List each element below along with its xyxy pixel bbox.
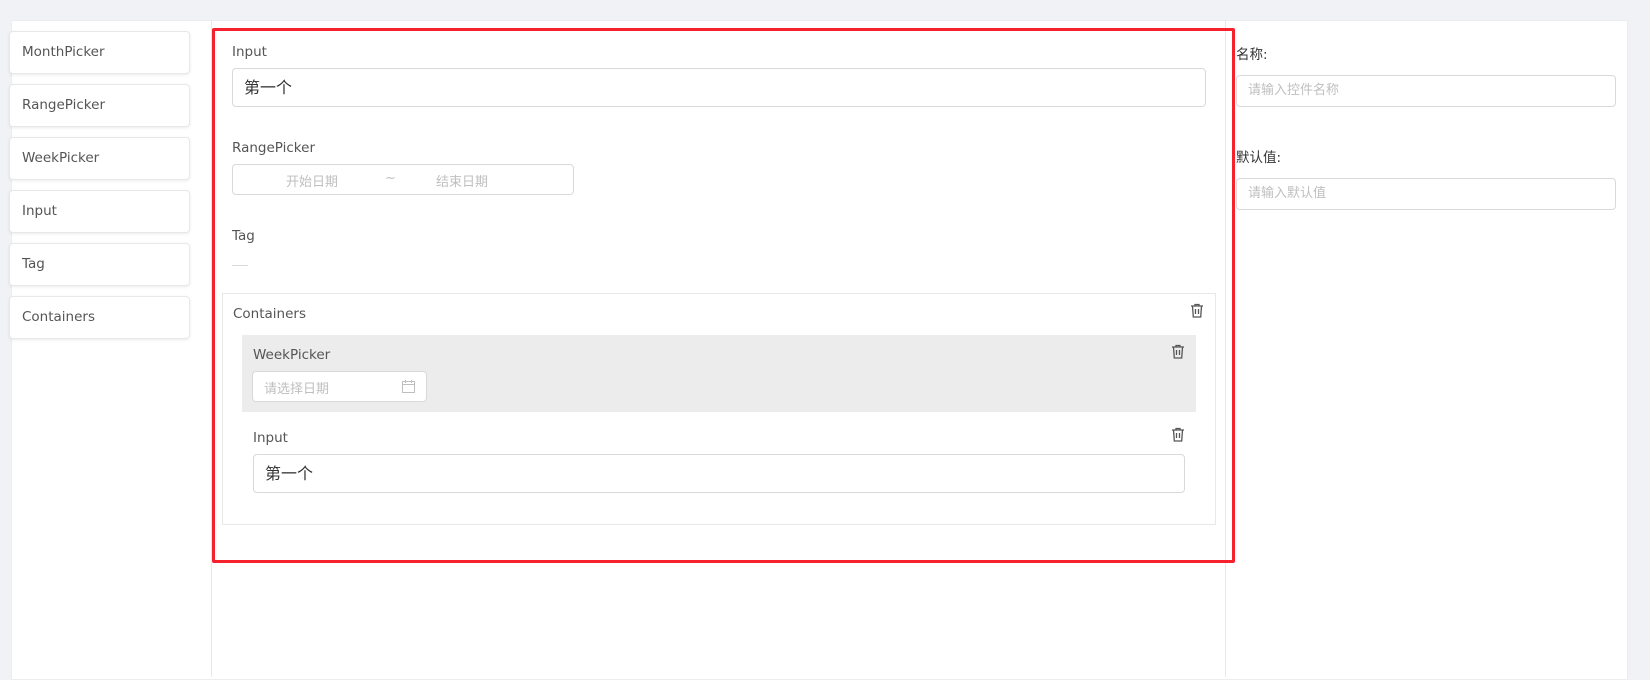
default-value-label: 默认值:	[1236, 146, 1281, 166]
palette-item-containers[interactable]: Containers	[9, 296, 190, 339]
name-label: 名称:	[1236, 43, 1268, 63]
palette-item-rangepicker[interactable]: RangePicker	[9, 84, 190, 127]
palette-item-input[interactable]: Input	[9, 190, 190, 233]
default-value-input[interactable]: 请输入默认值	[1236, 178, 1616, 210]
selected-canvas-highlight	[212, 28, 1235, 563]
palette-item-weekpicker[interactable]: WeekPicker	[9, 137, 190, 180]
palette-item-tag[interactable]: Tag	[9, 243, 190, 286]
palette-item-monthpicker[interactable]: MonthPicker	[9, 31, 190, 74]
name-input[interactable]: 请输入控件名称	[1236, 75, 1616, 107]
